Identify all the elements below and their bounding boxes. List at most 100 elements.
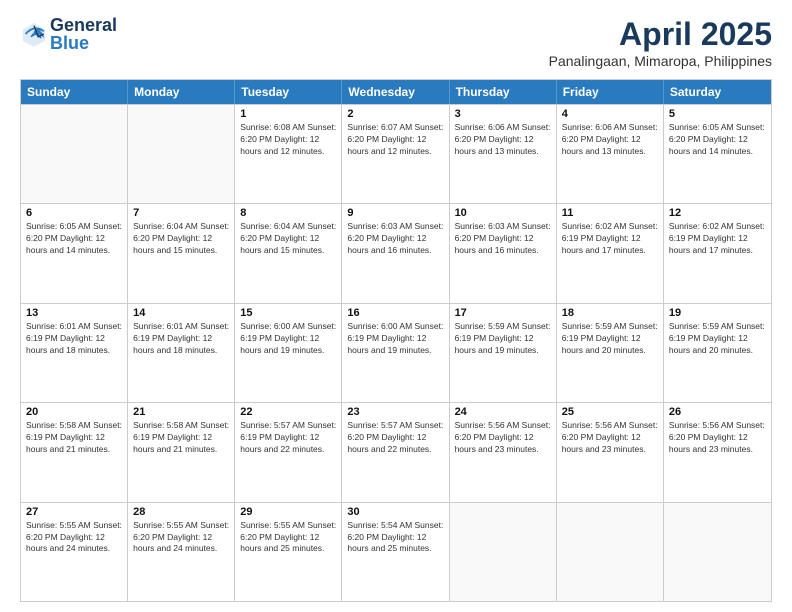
day-number: 28 — [133, 506, 229, 518]
day-number: 6 — [26, 207, 122, 219]
day-info: Sunrise: 6:07 AM Sunset: 6:20 PM Dayligh… — [347, 122, 443, 158]
day-info: Sunrise: 6:04 AM Sunset: 6:20 PM Dayligh… — [133, 221, 229, 257]
day-cell-3-2: 22Sunrise: 5:57 AM Sunset: 6:19 PM Dayli… — [235, 403, 342, 501]
day-cell-4-3: 30Sunrise: 5:54 AM Sunset: 6:20 PM Dayli… — [342, 503, 449, 601]
day-cell-1-3: 9Sunrise: 6:03 AM Sunset: 6:20 PM Daylig… — [342, 204, 449, 302]
day-info: Sunrise: 5:55 AM Sunset: 6:20 PM Dayligh… — [133, 520, 229, 556]
day-number: 9 — [347, 207, 443, 219]
day-cell-0-4: 3 Sunrise: 6:06 AM Sunset: 6:20 PM Daylig… — [450, 105, 557, 203]
day-info: Sunrise: 6:02 AM Sunset: 6:19 PM Dayligh… — [562, 221, 658, 257]
day-cell-1-5: 11 Sunrise: 6:02 AM Sunset: 6:19 PM Dayli… — [557, 204, 664, 302]
logo-text: General Blue — [50, 16, 117, 52]
day-info: Sunrise: 6:04 AM Sunset: 6:20 PM Dayligh… — [240, 221, 336, 257]
day-number: 16 — [347, 307, 443, 319]
day-cell-2-2: 15 Sunrise: 6:00 AM Sunset: 6:19 PM Dayli… — [235, 304, 342, 402]
day-number: 20 — [26, 406, 122, 418]
day-number: 25 — [562, 406, 658, 418]
day-number: 22 — [240, 406, 336, 418]
day-info: Sunrise: 6:06 AM Sunset: 6:20 PM Dayligh… — [562, 122, 658, 158]
day-number: 1 — [240, 108, 336, 120]
day-number: 29 — [240, 506, 336, 518]
day-number: 8 — [240, 207, 336, 219]
day-number: 27 — [26, 506, 122, 518]
day-info: Sunrise: 5:56 AM Sunset: 6:20 PM Dayligh… — [669, 420, 766, 456]
day-cell-4-1: 28 Sunrise: 5:55 AM Sunset: 6:20 PM Dayli… — [128, 503, 235, 601]
day-cell-2-5: 18Sunrise: 5:59 AM Sunset: 6:19 PM Dayli… — [557, 304, 664, 402]
week-row-0: 1 Sunrise: 6:08 AM Sunset: 6:20 PM Daylig… — [21, 104, 771, 203]
day-info: Sunrise: 6:00 AM Sunset: 6:19 PM Dayligh… — [240, 321, 336, 357]
day-cell-2-3: 16 Sunrise: 6:00 AM Sunset: 6:19 PM Dayli… — [342, 304, 449, 402]
week-row-4: 27 Sunrise: 5:55 AM Sunset: 6:20 PM Dayli… — [21, 502, 771, 601]
day-number: 2 — [347, 108, 443, 120]
day-cell-3-3: 23 Sunrise: 5:57 AM Sunset: 6:20 PM Dayli… — [342, 403, 449, 501]
day-number: 12 — [669, 207, 766, 219]
location: Panalingaan, Mimaropa, Philippines — [549, 53, 772, 69]
day-cell-3-1: 21 Sunrise: 5:58 AM Sunset: 6:19 PM Dayli… — [128, 403, 235, 501]
day-number: 10 — [455, 207, 551, 219]
day-info: Sunrise: 6:01 AM Sunset: 6:19 PM Dayligh… — [26, 321, 122, 357]
header-monday: Monday — [128, 80, 235, 104]
day-info: Sunrise: 5:56 AM Sunset: 6:20 PM Dayligh… — [562, 420, 658, 456]
day-number: 3 — [455, 108, 551, 120]
day-number: 11 — [562, 207, 658, 219]
day-number: 19 — [669, 307, 766, 319]
day-info: Sunrise: 5:55 AM Sunset: 6:20 PM Dayligh… — [240, 520, 336, 556]
day-cell-0-6: 5 Sunrise: 6:05 AM Sunset: 6:20 PM Daylig… — [664, 105, 771, 203]
day-cell-2-0: 13 Sunrise: 6:01 AM Sunset: 6:19 PM Dayli… — [21, 304, 128, 402]
day-cell-1-6: 12 Sunrise: 6:02 AM Sunset: 6:19 PM Dayli… — [664, 204, 771, 302]
header-sunday: Sunday — [21, 80, 128, 104]
day-number: 18 — [562, 307, 658, 319]
day-info: Sunrise: 5:59 AM Sunset: 6:19 PM Dayligh… — [455, 321, 551, 357]
day-number: 4 — [562, 108, 658, 120]
week-row-3: 20 Sunrise: 5:58 AM Sunset: 6:19 PM Dayli… — [21, 402, 771, 501]
day-info: Sunrise: 6:05 AM Sunset: 6:20 PM Dayligh… — [669, 122, 766, 158]
day-info: Sunrise: 5:58 AM Sunset: 6:19 PM Dayligh… — [133, 420, 229, 456]
day-cell-4-4 — [450, 503, 557, 601]
day-cell-1-4: 10 Sunrise: 6:03 AM Sunset: 6:20 PM Dayli… — [450, 204, 557, 302]
day-number: 23 — [347, 406, 443, 418]
day-number: 24 — [455, 406, 551, 418]
calendar-header: Sunday Monday Tuesday Wednesday Thursday… — [21, 80, 771, 104]
day-number: 13 — [26, 307, 122, 319]
day-cell-1-1: 7Sunrise: 6:04 AM Sunset: 6:20 PM Daylig… — [128, 204, 235, 302]
header-thursday: Thursday — [450, 80, 557, 104]
logo-general-text: General — [50, 16, 117, 34]
day-info: Sunrise: 5:56 AM Sunset: 6:20 PM Dayligh… — [455, 420, 551, 456]
day-cell-4-5 — [557, 503, 664, 601]
day-cell-2-6: 19 Sunrise: 5:59 AM Sunset: 6:19 PM Dayli… — [664, 304, 771, 402]
day-info: Sunrise: 5:57 AM Sunset: 6:20 PM Dayligh… — [347, 420, 443, 456]
day-number: 5 — [669, 108, 766, 120]
day-cell-1-0: 6 Sunrise: 6:05 AM Sunset: 6:20 PM Daylig… — [21, 204, 128, 302]
day-cell-1-2: 8 Sunrise: 6:04 AM Sunset: 6:20 PM Daylig… — [235, 204, 342, 302]
logo-icon — [20, 20, 48, 48]
day-number: 15 — [240, 307, 336, 319]
day-info: Sunrise: 5:54 AM Sunset: 6:20 PM Dayligh… — [347, 520, 443, 556]
title-block: April 2025 Panalingaan, Mimaropa, Philip… — [549, 16, 772, 69]
page: General Blue April 2025 Panalingaan, Mim… — [0, 0, 792, 612]
day-cell-2-4: 17Sunrise: 5:59 AM Sunset: 6:19 PM Dayli… — [450, 304, 557, 402]
day-cell-0-2: 1 Sunrise: 6:08 AM Sunset: 6:20 PM Daylig… — [235, 105, 342, 203]
header: General Blue April 2025 Panalingaan, Mim… — [20, 16, 772, 69]
day-info: Sunrise: 6:00 AM Sunset: 6:19 PM Dayligh… — [347, 321, 443, 357]
header-wednesday: Wednesday — [342, 80, 449, 104]
logo-blue-text: Blue — [50, 34, 117, 52]
day-cell-0-3: 2 Sunrise: 6:07 AM Sunset: 6:20 PM Daylig… — [342, 105, 449, 203]
day-info: Sunrise: 6:06 AM Sunset: 6:20 PM Dayligh… — [455, 122, 551, 158]
day-number: 26 — [669, 406, 766, 418]
day-info: Sunrise: 6:03 AM Sunset: 6:20 PM Dayligh… — [455, 221, 551, 257]
week-row-2: 13 Sunrise: 6:01 AM Sunset: 6:19 PM Dayli… — [21, 303, 771, 402]
day-cell-3-5: 25 Sunrise: 5:56 AM Sunset: 6:20 PM Dayli… — [557, 403, 664, 501]
day-info: Sunrise: 5:58 AM Sunset: 6:19 PM Dayligh… — [26, 420, 122, 456]
day-number: 21 — [133, 406, 229, 418]
calendar-body: 1 Sunrise: 6:08 AM Sunset: 6:20 PM Daylig… — [21, 104, 771, 601]
day-info: Sunrise: 6:02 AM Sunset: 6:19 PM Dayligh… — [669, 221, 766, 257]
week-row-1: 6 Sunrise: 6:05 AM Sunset: 6:20 PM Daylig… — [21, 203, 771, 302]
day-cell-0-5: 4 Sunrise: 6:06 AM Sunset: 6:20 PM Daylig… — [557, 105, 664, 203]
day-info: Sunrise: 6:08 AM Sunset: 6:20 PM Dayligh… — [240, 122, 336, 158]
header-tuesday: Tuesday — [235, 80, 342, 104]
header-friday: Friday — [557, 80, 664, 104]
day-info: Sunrise: 5:59 AM Sunset: 6:19 PM Dayligh… — [669, 321, 766, 357]
logo: General Blue — [20, 16, 117, 52]
day-info: Sunrise: 6:01 AM Sunset: 6:19 PM Dayligh… — [133, 321, 229, 357]
day-info: Sunrise: 6:05 AM Sunset: 6:20 PM Dayligh… — [26, 221, 122, 257]
